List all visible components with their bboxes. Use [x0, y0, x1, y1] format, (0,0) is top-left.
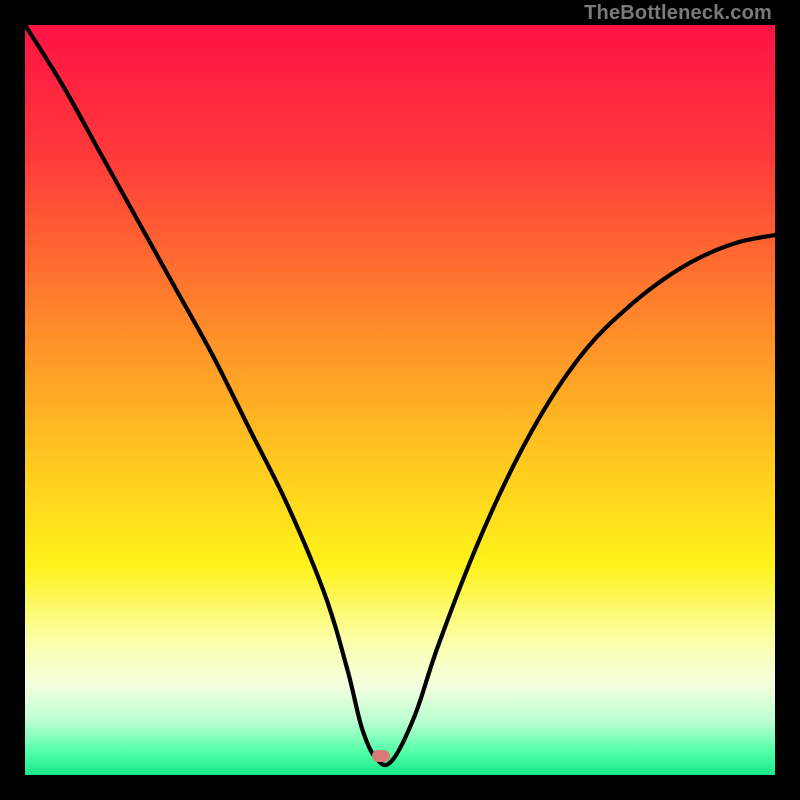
bottleneck-curve [25, 25, 775, 775]
watermark-text: TheBottleneck.com [584, 2, 772, 25]
chart-frame: TheBottleneck.com [0, 0, 800, 800]
plot-area [25, 25, 775, 775]
optimal-marker [372, 750, 390, 762]
